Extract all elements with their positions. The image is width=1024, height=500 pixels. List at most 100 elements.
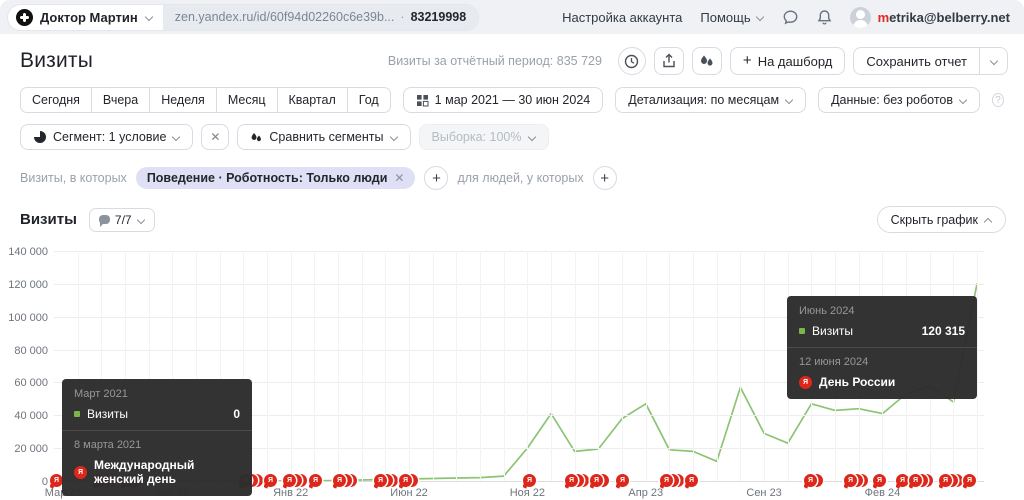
x-gridline [504, 251, 505, 481]
date-range-button[interactable]: 1 мар 2021 — 30 июн 2024 [403, 87, 604, 113]
chart-title: Визиты [20, 211, 77, 228]
holiday-marker-badge: Я [523, 474, 536, 487]
y-gridline [54, 251, 984, 252]
plus-icon: + [743, 53, 752, 68]
add-to-dashboard-button[interactable]: + На дашборд [730, 47, 845, 75]
x-gridline [551, 251, 552, 481]
segment-dropdown[interactable]: Сегмент: 1 условие [20, 124, 193, 150]
chevron-down-icon [785, 96, 793, 104]
tooltip-holiday-date: 12 июня 2024 [799, 356, 965, 368]
segment-row: Сегмент: 1 условие ✕ Сравнить сегменты В… [0, 115, 1024, 152]
detalization-dropdown[interactable]: Детализация: по месяцам [615, 87, 806, 113]
history-clock-button[interactable] [618, 47, 646, 75]
range-month-button[interactable]: Месяц [217, 87, 278, 113]
segments-drops-button[interactable] [692, 47, 722, 75]
holiday-marker-badge: Я [896, 474, 909, 487]
holiday-marker-badge: Я [333, 474, 346, 487]
holiday-marker-badge: Я [616, 474, 629, 487]
counter-logo-icon [16, 9, 33, 26]
x-axis-tick-label: Июн 22 [390, 487, 428, 499]
tooltip-june-2024: Июнь 2024 Визиты 120 315 12 июня 2024 Я … [787, 296, 977, 399]
y-axis-tick-label: 60 000 [14, 377, 48, 389]
counter-pill: Доктор Мартин zen.yandex.ru/id/60f94d022… [8, 5, 478, 30]
segment-pie-icon [33, 130, 47, 144]
data-mode-dropdown[interactable]: Данные: без роботов [818, 87, 980, 113]
x-gridline [338, 251, 339, 481]
comment-bubble-icon [99, 215, 110, 224]
series-dot-icon [74, 411, 80, 417]
user-email: metrika@belberry.net [878, 10, 1010, 25]
counter-url-block[interactable]: zen.yandex.ru/id/60f94d02260c6e39b... · … [163, 5, 478, 30]
add-people-condition-button[interactable]: + [593, 166, 617, 190]
holiday-marker-badge: Я [283, 474, 296, 487]
chip-remove-icon[interactable]: ✕ [394, 171, 404, 185]
x-gridline [977, 251, 978, 481]
conditions-row: Визиты, в которых Поведение · Роботность… [0, 152, 1024, 194]
holiday-marker-badge: Я [399, 474, 412, 487]
annotations-dropdown[interactable]: 7/7 [89, 208, 155, 232]
counter-selector[interactable]: Доктор Мартин [8, 9, 163, 26]
help-menu[interactable]: Помощь [700, 10, 763, 25]
x-gridline [433, 251, 434, 481]
holiday-marker-badge: Я [963, 474, 976, 487]
tooltip-period: Март 2021 [74, 388, 240, 400]
x-gridline [669, 251, 670, 481]
y-axis-labels: 140 000120 000100 00080 00060 00040 0002… [8, 251, 54, 483]
series-dot-icon [799, 328, 805, 334]
compare-drops-icon [250, 131, 263, 144]
notifications-bell-icon[interactable] [817, 9, 832, 26]
visits-chart: 140 000120 000100 00080 00060 00040 0002… [0, 241, 1024, 483]
x-gridline [362, 251, 363, 481]
robots-filter-chip[interactable]: Поведение · Роботность: Только люди ✕ [136, 167, 416, 189]
range-week-button[interactable]: Неделя [150, 87, 217, 113]
holiday-marker-badge: Я [590, 474, 603, 487]
x-axis-tick-label: Сен 23 [746, 487, 781, 499]
range-yesterday-button[interactable]: Вчера [92, 87, 150, 113]
counter-name: Доктор Мартин [40, 10, 138, 25]
holiday-marker-badge: Я [873, 474, 886, 487]
segment-remove-button[interactable]: ✕ [201, 124, 229, 150]
filter-controls: Сегодня Вчера Неделя Месяц Квартал Год 1… [0, 83, 1024, 115]
x-gridline [291, 251, 292, 481]
user-account[interactable]: metrika@belberry.net [850, 7, 1010, 28]
y-axis-tick-label: 20 000 [14, 443, 48, 455]
save-report-button[interactable]: Сохранить отчет [853, 47, 980, 75]
counter-id: 83219998 [411, 10, 467, 24]
save-report-dropdown-button[interactable] [980, 47, 1008, 75]
range-quarter-button[interactable]: Квартал [278, 87, 348, 113]
holiday-marker-badge: Я [565, 474, 578, 487]
export-button[interactable] [654, 47, 684, 75]
x-gridline [693, 251, 694, 481]
tooltip-metric: Визиты [812, 324, 915, 338]
y-gridline [54, 284, 984, 285]
compare-segments-dropdown[interactable]: Сравнить сегменты [237, 124, 410, 150]
visits-condition-label: Визиты, в которых [20, 171, 127, 185]
holiday-marker-badge: Я [685, 474, 698, 487]
range-year-button[interactable]: Год [348, 87, 391, 113]
sampling-dropdown[interactable]: Выборка: 100% [419, 124, 549, 150]
add-visit-condition-button[interactable]: + [424, 166, 448, 190]
tooltip-holiday-name: День России [819, 375, 895, 389]
chevron-down-icon [137, 216, 145, 224]
chevron-down-icon [528, 133, 536, 141]
x-axis-tick-label: Ноя 22 [510, 487, 545, 499]
y-axis-tick-label: 40 000 [14, 410, 48, 422]
x-gridline [385, 251, 386, 481]
y-axis-tick-label: 120 000 [8, 279, 48, 291]
feedback-chat-icon[interactable] [782, 9, 799, 26]
site-url: zen.yandex.ru/id/60f94d02260c6e39b... [175, 10, 395, 24]
chevron-down-icon [145, 13, 153, 21]
hint-question-icon[interactable]: ? [992, 93, 1004, 107]
range-today-button[interactable]: Сегодня [20, 87, 92, 113]
tooltip-divider [62, 430, 252, 431]
account-settings-link[interactable]: Настройка аккаунта [562, 10, 682, 25]
hide-chart-button[interactable]: Скрыть график [877, 206, 1006, 233]
topbar: Доктор Мартин zen.yandex.ru/id/60f94d022… [0, 0, 1024, 34]
holiday-badge-icon: Я [74, 466, 87, 479]
page-title: Визиты [20, 49, 93, 73]
separator-dot: · [400, 10, 404, 24]
x-gridline [598, 251, 599, 481]
x-gridline [480, 251, 481, 481]
y-axis-tick-label: 100 000 [8, 312, 48, 324]
chart-plot-area[interactable]: Март 2021 Визиты 0 8 марта 2021 Я Междун… [54, 251, 994, 483]
